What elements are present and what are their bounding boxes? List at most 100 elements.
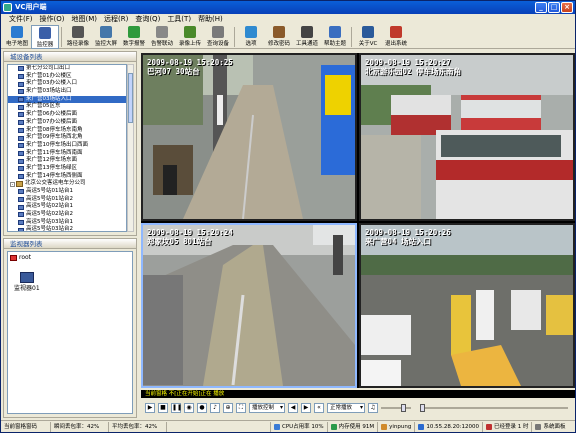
memory-icon <box>330 423 337 430</box>
collapse-icon[interactable]: - <box>10 181 15 187</box>
device-tree-item[interactable]: - 北京公交客运电车分公司 <box>8 180 126 188</box>
minimize-button[interactable]: _ <box>535 2 547 13</box>
camera-icon <box>18 227 24 231</box>
video-grid: 2009-08-19 15:20:25 巴河07 30站台 2009-08-19… <box>141 53 575 388</box>
volume-slider[interactable] <box>381 403 411 413</box>
video-pane-1[interactable]: 2009-08-19 15:20:25 巴河07 30站台 <box>141 53 357 221</box>
status-settings[interactable]: 系统面板 <box>532 422 568 432</box>
camera-icon <box>18 120 24 126</box>
toolbar-button-4[interactable]: 数字报警 <box>120 25 148 49</box>
toolbar-button-9[interactable]: 修改密码 <box>265 25 293 49</box>
camera-icon <box>18 89 24 95</box>
video-1-date: 2009-08-19 15:20:25 <box>147 58 233 67</box>
status-spacer <box>167 421 271 432</box>
video-pane-4[interactable]: 2009-08-19 15:20:26 来广营04 场站入口 <box>359 223 575 388</box>
zoom-button[interactable]: ⊕ <box>223 403 233 413</box>
toolbar-button-label: 退出系统 <box>384 41 407 47</box>
menu-query[interactable]: 查询(Q) <box>133 14 162 25</box>
device-tree-item[interactable]: 来广营06办公楼后面 <box>8 111 126 119</box>
device-tree-item-label: 来广营13停车场绿区 <box>26 164 77 171</box>
snapshot-button[interactable]: ◉ <box>184 403 194 413</box>
toolbar-button-12[interactable]: 关于VC <box>354 25 382 49</box>
device-tree-scrollbar[interactable] <box>127 64 134 232</box>
toolbar-button-3[interactable]: 监控大屏 <box>92 25 120 49</box>
volume-icon[interactable]: ♫ <box>368 403 378 413</box>
pause-button[interactable]: ❚❚ <box>171 403 182 413</box>
monitor-icon <box>19 272 34 283</box>
device-tree-item[interactable]: 来广营09停车场西北角 <box>8 134 126 142</box>
playback-control-bar: ▶ ■ ❚❚ ◉ ● ♪ ⊕ ⛶ 播放控制 ◀ ▶ « 正常播放 ♫ <box>141 399 575 417</box>
status-memory: 内存使用 91M <box>328 421 379 432</box>
toolbar-button-13[interactable]: 退出系统 <box>382 25 410 49</box>
device-tree-item-label: 北京公交客运电车分公司 <box>25 180 86 187</box>
help-icon <box>329 26 341 38</box>
close-button[interactable]: × <box>561 2 573 13</box>
device-tree-item[interactable]: 第七分公司口出口 <box>8 65 126 73</box>
device-tree-item[interactable]: 高运5号站02站台2 <box>8 211 126 219</box>
menu-tools[interactable]: 工具(T) <box>165 14 193 25</box>
next-button[interactable]: ▶ <box>301 403 311 413</box>
monitor-root-label: root <box>19 254 32 261</box>
status-user: yinpung <box>378 421 416 432</box>
device-tree-item[interactable]: 来广营12停车场东面 <box>8 157 126 165</box>
device-tree-item[interactable]: 来广营13停车场绿区 <box>8 165 126 173</box>
video-frame-4 <box>361 225 573 386</box>
user-icon <box>381 423 388 430</box>
toolbar-button-5[interactable]: 告警联动 <box>148 25 176 49</box>
toolbar-button-2[interactable]: 路径录像 <box>64 25 92 49</box>
app-window: VC用户端 _ □ × 文件(F) 操作(O) 地图(M) 远程(R) 查询(Q… <box>0 0 576 433</box>
device-tree-item[interactable]: 高运5号站01站台1 <box>8 188 126 196</box>
device-tree-item[interactable]: 来广营03场站出口 <box>8 88 126 96</box>
toolbar-button-7[interactable]: 查询设备 <box>204 25 232 49</box>
device-tree-item-label: 来广营07办公楼后面 <box>26 118 77 125</box>
device-tree-item[interactable]: 来广营07办公楼后面 <box>8 119 126 127</box>
video-status-line: 当前窗格 不[正在开始]正在 播放 <box>141 390 575 398</box>
menu-operate[interactable]: 操作(O) <box>38 14 67 25</box>
video-pane-2[interactable]: 2009-08-19 15:20:27 北京游乐园02 停车场东南角 <box>359 53 575 221</box>
maximize-button[interactable]: □ <box>548 2 560 13</box>
camera-icon <box>18 166 24 172</box>
monitor-tree[interactable]: root 监视器01 <box>7 251 133 414</box>
play-button[interactable]: ▶ <box>145 403 155 413</box>
record-icon <box>72 26 84 38</box>
device-tree-item[interactable]: 来广营10停车场出口西面 <box>8 142 126 150</box>
camera-icon <box>18 74 24 80</box>
stream-select[interactable]: 播放控制 <box>249 403 285 413</box>
audio-button[interactable]: ♪ <box>210 403 220 413</box>
toolbar-button-1[interactable]: 监控器 <box>31 25 59 49</box>
device-list-panel: 城设备列表 第七分公司口出口 来广营01办公楼区 来广营03办公楼入口 来广营03场站… <box>3 51 137 236</box>
toolbar-button-6[interactable]: 录像上传 <box>176 25 204 49</box>
device-tree-item[interactable]: 高运5号站03站台2 <box>8 226 126 231</box>
monitor-root[interactable]: root <box>10 254 31 261</box>
device-tree[interactable]: 第七分公司口出口 来广营01办公楼区 来广营03办公楼入口 来广营03场站出口 来广营0… <box>7 64 127 232</box>
device-tree-item[interactable]: 高运5号站02站台1 <box>8 203 126 211</box>
speed-select[interactable]: 正常播放 <box>327 403 365 413</box>
menu-remote[interactable]: 远程(R) <box>102 14 130 25</box>
status-bar: 当前窗格窗码 瞬间丢包率：42% 平均丢包率：42% CPU占用率 10% 内存… <box>1 420 575 432</box>
slow-button[interactable]: « <box>314 403 324 413</box>
device-tree-item-label: 来广营05区东 <box>26 103 61 110</box>
toolbar-button-11[interactable]: 帮助主题 <box>321 25 349 49</box>
progress-slider[interactable] <box>420 403 568 413</box>
camera-icon <box>18 135 24 141</box>
toolbar-button-0[interactable]: 电子地图 <box>3 25 31 49</box>
toolbar-button-10[interactable]: 工具通道 <box>293 25 321 49</box>
video-pane-3[interactable]: 2009-08-19 15:20:24 郑家坟05 801站台 <box>141 223 357 388</box>
monitor-item[interactable]: 监视器01 <box>14 272 40 292</box>
device-tree-item-label: 来广营09停车场西北角 <box>26 134 83 141</box>
record-button[interactable]: ● <box>197 403 207 413</box>
menu-map[interactable]: 地图(M) <box>69 14 99 25</box>
title-bar[interactable]: VC用户端 _ □ × <box>1 1 575 14</box>
login-icon <box>485 423 492 430</box>
menu-file[interactable]: 文件(F) <box>7 14 35 25</box>
video-4-place: 来广营04 场站入口 <box>365 237 432 246</box>
device-tree-item[interactable]: 来广营05区东 <box>8 103 126 111</box>
video-3-date: 2009-08-19 15:20:24 <box>147 228 233 237</box>
device-tree-item[interactable]: 来广营03办公楼入口 <box>8 80 126 88</box>
stop-button[interactable]: ■ <box>158 403 168 413</box>
device-tree-item-label: 高运5号站02站台2 <box>26 211 73 218</box>
toolbar-button-8[interactable]: 选项 <box>237 25 265 49</box>
prev-button[interactable]: ◀ <box>288 403 298 413</box>
fullscreen-button[interactable]: ⛶ <box>236 403 246 413</box>
menu-help[interactable]: 帮助(H) <box>196 14 225 25</box>
